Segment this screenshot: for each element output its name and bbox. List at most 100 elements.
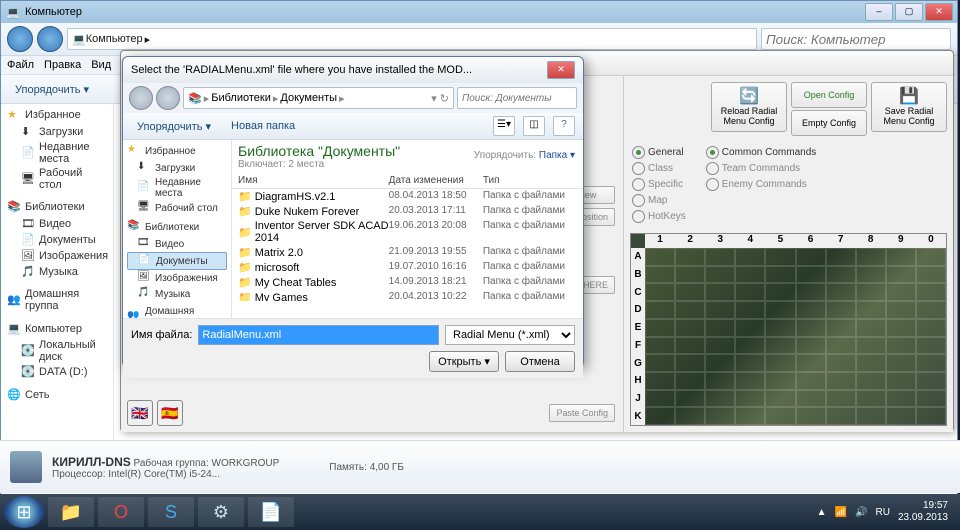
dialog-forward-button[interactable] [156, 86, 180, 110]
dialog-organize-button[interactable]: Упорядочить ▾ [131, 118, 217, 135]
radio-hotkeys[interactable]: HotKeys [632, 210, 686, 223]
organize-button[interactable]: Упорядочить ▾ [9, 81, 95, 98]
cancel-button[interactable]: Отмена [505, 351, 575, 372]
tray-network-icon[interactable]: 📶 [835, 507, 847, 518]
filetype-filter[interactable]: Radial Menu (*.xml) [445, 325, 575, 345]
nav-downloads[interactable]: ⬇Загрузки [7, 124, 107, 140]
breadcrumb[interactable]: 💻 Компьютер▸ [67, 28, 757, 50]
dlg-nav-documents[interactable]: 📄Документы [127, 252, 227, 270]
file-row[interactable]: 📁DiagramHS.v2.108.04.2013 18:50Папка с ф… [232, 189, 583, 204]
dialog-close-button[interactable]: ✕ [547, 61, 575, 79]
tray-lang[interactable]: RU [875, 507, 889, 518]
save-config-button[interactable]: 💾Save Radial Menu Config [871, 82, 947, 132]
file-row[interactable]: 📁My Cheat Tables14.09.2013 18:21Папка с … [232, 275, 583, 290]
nav-drive-c[interactable]: 💽Локальный диск [7, 338, 107, 364]
pc-name: КИРИЛЛ-DNS [52, 455, 131, 469]
empty-config-button[interactable]: Empty Config [791, 110, 867, 136]
dialog-title-text: Select the 'RADIALMenu.xml' file where y… [131, 64, 472, 76]
homegroup-icon: 👥 [7, 293, 21, 307]
open-config-button[interactable]: Open Config [791, 82, 867, 108]
folder-icon: 📁 [238, 246, 252, 259]
forward-button[interactable] [37, 26, 63, 52]
radio-enemy[interactable]: Enemy Commands [706, 178, 816, 191]
close-button[interactable]: ✕ [925, 3, 953, 21]
nav-images[interactable]: 🖼Изображения [7, 248, 107, 264]
refresh-icon: 🔄 [739, 89, 759, 105]
sort-dropdown[interactable]: Папка ▾ [539, 150, 575, 161]
file-row[interactable]: 📁Inventor Server SDK ACAD 201419.06.2013… [232, 219, 583, 245]
nav-computer[interactable]: Компьютер [25, 323, 82, 335]
menu-edit[interactable]: Правка [44, 59, 81, 71]
dlg-nav-images[interactable]: 🖼Изображения [127, 270, 227, 286]
menu-file[interactable]: Файл [7, 59, 34, 71]
task-wot[interactable]: ⚙ [198, 497, 244, 527]
dlg-nav-video[interactable]: 🎞Видео [127, 236, 227, 252]
task-editor[interactable]: 📄 [248, 497, 294, 527]
dlg-nav-favorites[interactable]: Избранное [145, 146, 196, 157]
radio-map[interactable]: Map [632, 194, 686, 207]
radio-common[interactable]: Common Commands [706, 146, 816, 159]
dlg-nav-music[interactable]: 🎵Музыка [127, 286, 227, 302]
dialog-back-button[interactable] [129, 86, 153, 110]
reload-config-button[interactable]: 🔄Reload Radial Menu Config [711, 82, 787, 132]
explorer-nav-pane: ★Избранное ⬇Загрузки 📄Недавние места 🖥Ра… [1, 104, 114, 486]
column-headers[interactable]: Имя Дата изменения Тип [232, 173, 583, 189]
dialog-search-input[interactable] [457, 87, 577, 109]
homegroup-icon: 👥 [127, 310, 141, 318]
nav-drive-d[interactable]: 💽DATA (D:) [7, 364, 107, 380]
dialog-newfolder-button[interactable]: Новая папка [225, 118, 301, 134]
dlg-nav-recent[interactable]: 📄Недавние места [127, 176, 227, 200]
dialog-breadcrumb[interactable]: 📚 ▸Библиотеки▸Документы▸ ▾ ↻ [183, 87, 454, 109]
nav-video[interactable]: 🎞Видео [7, 216, 107, 232]
nav-network[interactable]: Сеть [25, 389, 49, 401]
lang-es-button[interactable]: 🇪🇸 [157, 400, 183, 426]
radio-specific[interactable]: Specific [632, 178, 686, 191]
help-button[interactable]: ? [553, 116, 575, 136]
nav-desktop[interactable]: 🖥Рабочий стол [7, 166, 107, 192]
folder-icon: 📁 [238, 226, 252, 239]
maximize-button[interactable]: ▢ [895, 3, 923, 21]
view-mode-button[interactable]: ☰▾ [493, 116, 515, 136]
tray-volume-icon[interactable]: 🔊 [855, 507, 867, 518]
tray-flag-icon[interactable]: ▲ [817, 507, 827, 518]
back-button[interactable] [7, 26, 33, 52]
computer-icon: 💻 [5, 4, 21, 20]
dlg-nav-libraries[interactable]: Библиотеки [145, 222, 199, 233]
dlg-nav-homegroup[interactable]: Домашняя группа [145, 306, 227, 318]
dialog-file-list: Библиотека "Документы" Включает: 2 места… [232, 140, 583, 318]
file-row[interactable]: 📁Matrix 2.021.09.2013 19:55Папка с файла… [232, 245, 583, 260]
start-button[interactable]: ⊞ [4, 496, 44, 528]
lang-en-button[interactable]: 🇬🇧 [127, 400, 153, 426]
network-icon: 🌐 [7, 388, 21, 402]
dlg-nav-desktop[interactable]: 🖥Рабочий стол [127, 200, 227, 216]
preview-button[interactable]: ◫ [523, 116, 545, 136]
task-skype[interactable]: S [148, 497, 194, 527]
radio-class[interactable]: Class [632, 162, 686, 175]
paste-config-button[interactable]: Paste Config [549, 404, 615, 422]
nav-music[interactable]: 🎵Музыка [7, 264, 107, 280]
radio-general[interactable]: General [632, 146, 686, 159]
minimize-button[interactable]: – [865, 3, 893, 21]
menu-view[interactable]: Вид [91, 59, 111, 71]
task-explorer[interactable]: 📁 [48, 497, 94, 527]
dlg-nav-downloads[interactable]: ⬇Загрузки [127, 160, 227, 176]
folder-icon: 📁 [238, 276, 252, 289]
file-row[interactable]: 📁Duke Nukem Forever20.03.2013 17:11Папка… [232, 204, 583, 219]
file-row[interactable]: 📁My Games20.04.2013 10:22Папка с файлами [232, 290, 583, 301]
tray-clock[interactable]: 19:57 23.09.2013 [898, 500, 948, 524]
nav-favorites[interactable]: Избранное [25, 109, 81, 121]
nav-libraries[interactable]: Библиотеки [25, 201, 85, 213]
star-icon: ★ [127, 144, 141, 158]
file-row[interactable]: 📁microsoft19.07.2010 16:16Папка с файлам… [232, 260, 583, 275]
nav-documents[interactable]: 📄Документы [7, 232, 107, 248]
nav-recent[interactable]: 📄Недавние места [7, 140, 107, 166]
minimap[interactable]: 1234567890 ABCDEFGHJK [630, 233, 947, 426]
explorer-search-input[interactable] [761, 28, 951, 50]
open-button[interactable]: Открыть ▾ [429, 351, 499, 372]
radio-group-commands: Common Commands Team Commands Enemy Comm… [706, 146, 816, 223]
filename-input[interactable] [198, 325, 439, 345]
folder-icon: 📁 [238, 291, 252, 301]
task-opera[interactable]: O [98, 497, 144, 527]
nav-homegroup[interactable]: Домашняя группа [25, 288, 107, 312]
radio-team[interactable]: Team Commands [706, 162, 816, 175]
